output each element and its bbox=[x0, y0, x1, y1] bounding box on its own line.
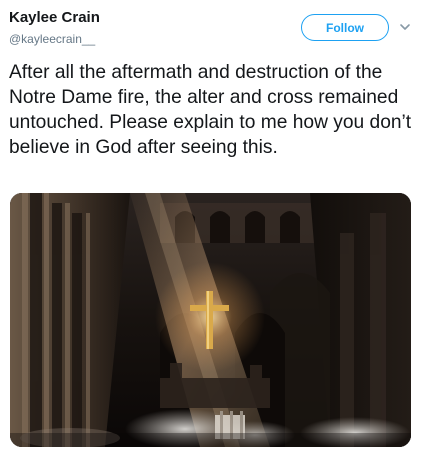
tweet-media-photo[interactable] bbox=[10, 193, 411, 447]
chevron-down-icon[interactable] bbox=[398, 20, 412, 34]
tweet-text: After all the aftermath and destruction … bbox=[9, 62, 412, 158]
author-display-name[interactable]: Kaylee Crain bbox=[9, 9, 100, 26]
tweet-card: Kaylee Crain @kayleecrain__ Follow After… bbox=[0, 0, 423, 454]
author-username[interactable]: @kayleecrain__ bbox=[9, 32, 95, 46]
cathedral-interior-photo-icon bbox=[10, 193, 411, 447]
follow-button[interactable]: Follow bbox=[301, 14, 389, 41]
tweet-header: Kaylee Crain @kayleecrain__ Follow bbox=[9, 8, 414, 48]
